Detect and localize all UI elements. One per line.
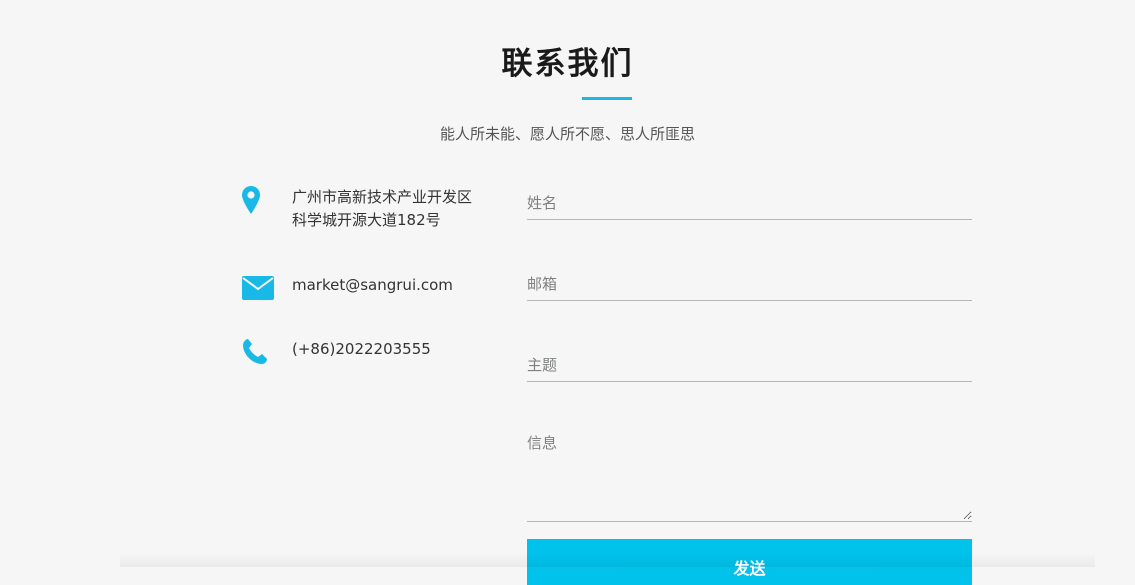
bottom-shadow (120, 553, 1095, 567)
location-pin-icon (242, 186, 260, 218)
subject-field-wrapper (527, 355, 972, 382)
phone-text[interactable]: (+86)2022203555 (292, 338, 512, 361)
envelope-icon (242, 276, 274, 304)
title-underline (582, 97, 632, 100)
phone-icon (242, 338, 268, 369)
address-line-2: 科学城开源大道182号 (292, 211, 441, 229)
address-line-1: 广州市高新技术产业开发区 (292, 188, 473, 206)
subject-input[interactable] (527, 356, 972, 374)
email-input[interactable] (527, 275, 972, 293)
email-field-wrapper (527, 274, 972, 301)
name-input[interactable] (527, 194, 972, 212)
page-title: 联系我们 (501, 46, 634, 82)
name-field-wrapper (527, 193, 972, 220)
message-textarea[interactable] (527, 432, 972, 520)
message-field-wrapper (527, 432, 972, 522)
address-text: 广州市高新技术产业开发区 科学城开源大道182号 (292, 186, 512, 232)
email-text[interactable]: market@sangrui.com (292, 274, 512, 297)
page-subtitle: 能人所未能、愿人所不愿、思人所匪思 (439, 125, 695, 143)
